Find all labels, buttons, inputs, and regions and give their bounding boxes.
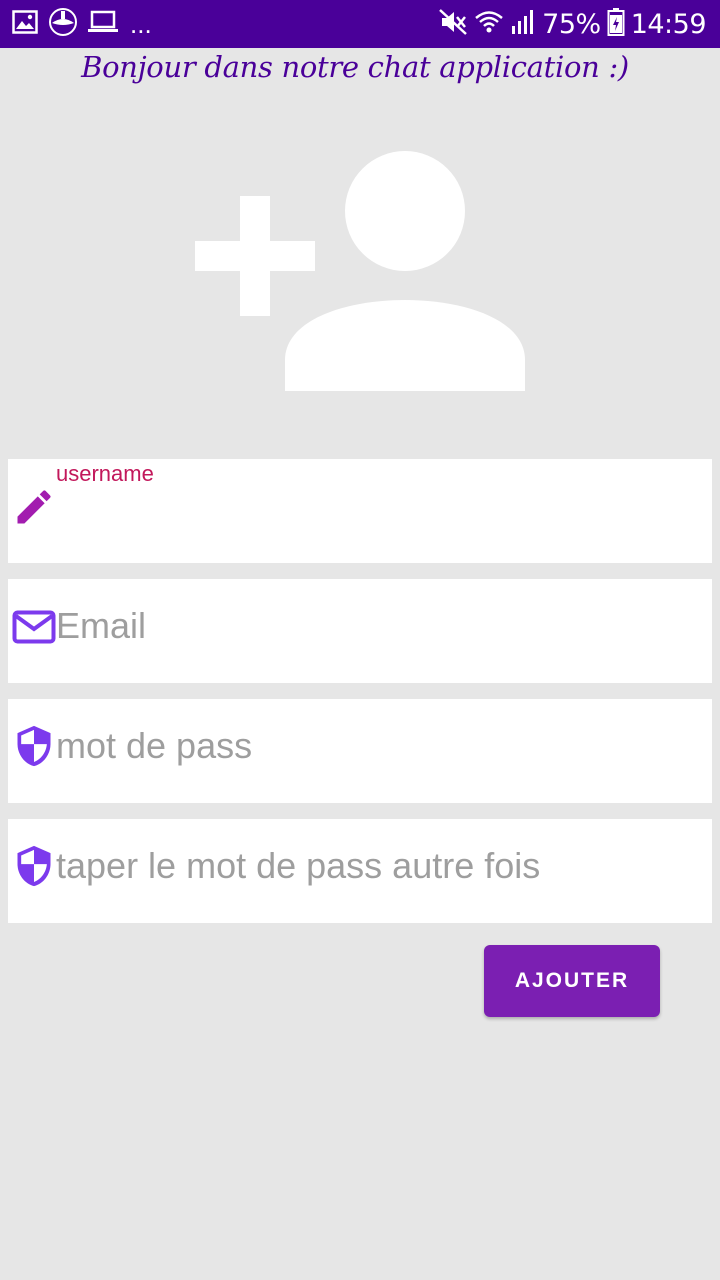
clock: 14:59 — [630, 8, 707, 40]
shield-icon — [12, 723, 56, 767]
app-icon — [48, 7, 78, 42]
confirm-password-field[interactable]: taper le mot de pass autre fois — [8, 819, 712, 923]
battery-percent: 75% — [542, 8, 601, 40]
status-bar-right: 75% 14:59 — [438, 6, 707, 42]
ajouter-button[interactable]: AJOUTER — [484, 945, 660, 1017]
mute-icon — [438, 8, 468, 41]
password-placeholder: mot de pass — [56, 725, 253, 766]
status-bar: ... 75% 14:59 — [0, 0, 720, 48]
mail-icon — [12, 607, 56, 651]
shield-icon — [12, 843, 56, 887]
gallery-icon — [12, 9, 38, 40]
email-placeholder: Email — [56, 605, 147, 646]
add-user-icon[interactable] — [190, 148, 530, 398]
status-bar-left: ... — [12, 7, 152, 42]
password-field[interactable]: mot de pass — [8, 699, 712, 803]
wifi-icon — [474, 8, 504, 41]
pencil-icon — [12, 485, 56, 529]
signal-icon — [510, 8, 536, 41]
email-field[interactable]: Email — [8, 579, 712, 683]
username-label: username — [56, 461, 154, 486]
laptop-icon — [88, 9, 118, 40]
notification-overflow: ... — [130, 8, 152, 39]
greeting-text: Bonjour dans notre chat application :) — [81, 50, 629, 84]
battery-icon — [607, 7, 625, 42]
username-field[interactable]: username — [8, 459, 712, 563]
confirm-password-placeholder: taper le mot de pass autre fois — [56, 845, 541, 886]
